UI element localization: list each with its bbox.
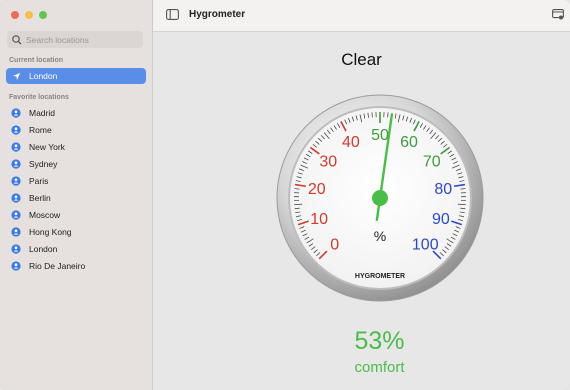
gauge-dial-label: 40 bbox=[342, 134, 360, 151]
person-pin-icon bbox=[9, 259, 23, 273]
sidebar-item-label: Hong Kong bbox=[29, 227, 72, 237]
gauge-dial-label: 20 bbox=[308, 181, 326, 198]
gauge-dial-label: 60 bbox=[400, 134, 418, 151]
gauge-dial-label: 80 bbox=[434, 181, 452, 198]
person-pin-icon bbox=[9, 140, 23, 154]
sidebar-item-favorite[interactable]: Moscow bbox=[6, 207, 146, 223]
favorite-locations-heading: Favorite locations bbox=[9, 94, 69, 101]
app-window: Current location London Favorite locatio… bbox=[0, 0, 570, 390]
person-pin-icon bbox=[9, 208, 23, 222]
sidebar-item-favorite[interactable]: Hong Kong bbox=[6, 224, 146, 240]
gauge-dial-label: 100 bbox=[412, 236, 439, 253]
sidebar-item-favorite[interactable]: New York bbox=[6, 139, 146, 155]
person-pin-icon bbox=[9, 191, 23, 205]
zoom-window-button[interactable] bbox=[39, 11, 47, 19]
person-pin-icon bbox=[9, 157, 23, 171]
person-pin-icon bbox=[9, 225, 23, 239]
person-pin-icon bbox=[9, 174, 23, 188]
display-icon[interactable] bbox=[552, 9, 564, 20]
search-field[interactable] bbox=[7, 31, 143, 48]
search-icon bbox=[12, 34, 22, 44]
window-controls bbox=[11, 11, 47, 19]
sidebar-item-label: Rome bbox=[29, 125, 52, 135]
gauge-unit: % bbox=[374, 228, 386, 244]
gauge-dial-label: 30 bbox=[319, 153, 337, 170]
sidebar-item-label: Madrid bbox=[29, 108, 55, 118]
toolbar: Hygrometer bbox=[153, 0, 570, 32]
person-pin-icon bbox=[9, 242, 23, 256]
sidebar-item-label: Moscow bbox=[29, 210, 61, 220]
main-panel: Clear 0 10 20 30 40 50 60 70 80 90 100 % HYGROMETE… bbox=[153, 32, 570, 390]
sidebar-item-label: Berlin bbox=[29, 193, 51, 203]
sidebar-item-favorite[interactable]: Rome bbox=[6, 122, 146, 138]
gauge-brand-label: HYGROMETER bbox=[355, 273, 405, 280]
close-window-button[interactable] bbox=[11, 11, 19, 19]
sidebar-item-label: London bbox=[29, 244, 58, 254]
sidebar-item-current-london[interactable]: London bbox=[6, 68, 146, 84]
gauge-dial-label: 90 bbox=[432, 211, 450, 228]
weather-condition: Clear bbox=[341, 50, 382, 69]
gauge-dial-label: 70 bbox=[423, 153, 441, 170]
gauge-dial-label: 0 bbox=[330, 236, 339, 253]
location-arrow-icon bbox=[9, 69, 23, 83]
sidebar-item-favorite[interactable]: Paris bbox=[6, 173, 146, 189]
sidebar-item-label: New York bbox=[29, 142, 65, 152]
person-pin-icon bbox=[9, 106, 23, 120]
sidebar-item-favorite[interactable]: Sydney bbox=[6, 156, 146, 172]
gauge-dial-label: 50 bbox=[371, 127, 389, 144]
search-input[interactable] bbox=[24, 34, 136, 45]
sidebar-item-favorite[interactable]: Madrid bbox=[6, 105, 146, 121]
sidebar-item-favorite[interactable]: Berlin bbox=[6, 190, 146, 206]
sidebar: Current location London Favorite locatio… bbox=[0, 0, 153, 390]
hygrometer-gauge: 010 20 30 40 50 60 70 80 90 100 % HYGROMETER bbox=[276, 94, 484, 302]
sidebar-toggle-icon[interactable] bbox=[166, 9, 179, 20]
sidebar-item-favorite[interactable]: London bbox=[6, 241, 146, 257]
window-title: Hygrometer bbox=[189, 9, 246, 20]
sidebar-item-label: London bbox=[29, 71, 58, 81]
person-pin-icon bbox=[9, 123, 23, 137]
humidity-value: 53% bbox=[354, 327, 405, 355]
minimize-window-button[interactable] bbox=[25, 11, 33, 19]
comfort-status: comfort bbox=[354, 359, 405, 376]
gauge-needle-hub bbox=[372, 190, 388, 206]
sidebar-item-label: Rio De Janeiro bbox=[29, 261, 86, 271]
sidebar-item-favorite[interactable]: Rio De Janeiro bbox=[6, 258, 146, 274]
sidebar-item-label: Paris bbox=[29, 176, 49, 186]
gauge-dial-label: 10 bbox=[310, 211, 328, 228]
current-location-heading: Current location bbox=[9, 57, 64, 64]
sidebar-item-label: Sydney bbox=[29, 159, 58, 169]
